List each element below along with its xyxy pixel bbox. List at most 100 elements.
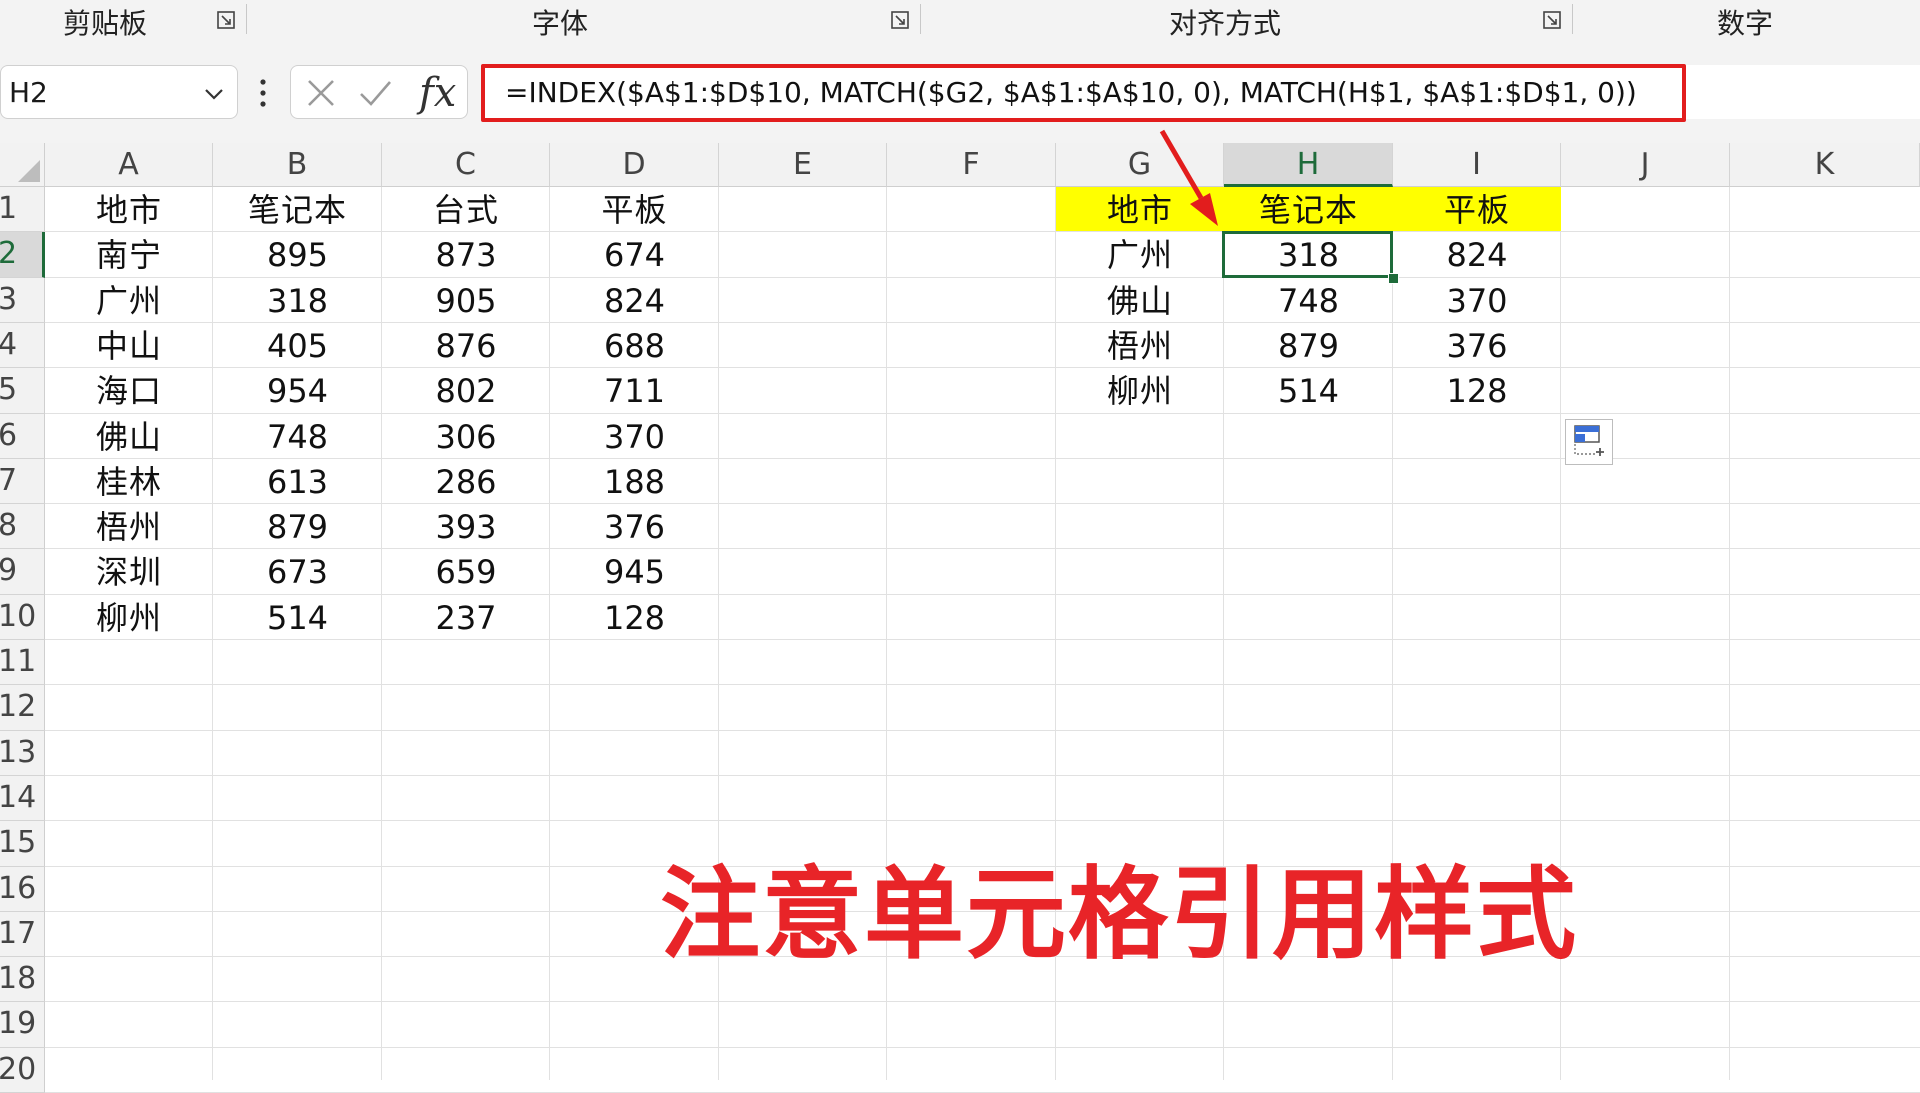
lookup-city-cell[interactable]: 佛山 bbox=[1056, 278, 1224, 323]
lookup-city-cell[interactable]: 柳州 bbox=[1056, 368, 1224, 413]
column-header-a[interactable]: A bbox=[45, 143, 213, 187]
value-cell[interactable]: 318 bbox=[213, 278, 382, 323]
city-cell[interactable]: 南宁 bbox=[45, 232, 213, 277]
lookup-header-cell[interactable]: 笔记本 bbox=[1224, 187, 1393, 232]
formula-text[interactable]: =INDEX($A$1:$D$10, MATCH($G2, $A$1:$A$10… bbox=[505, 65, 1637, 121]
row-header-7[interactable]: 7 bbox=[0, 459, 45, 504]
column-header-c[interactable]: C bbox=[382, 143, 550, 187]
value-cell[interactable]: 188 bbox=[550, 459, 719, 504]
value-cell[interactable]: 674 bbox=[550, 232, 719, 277]
chevron-down-icon[interactable] bbox=[203, 83, 225, 105]
lookup-value-cell[interactable]: 376 bbox=[1393, 323, 1561, 368]
source-header-cell[interactable]: 台式 bbox=[382, 187, 550, 232]
cancel-icon[interactable] bbox=[303, 75, 339, 111]
row-header-13[interactable]: 13 bbox=[0, 731, 45, 776]
row-header-4[interactable]: 4 bbox=[0, 323, 45, 368]
row-header-1[interactable]: 1 bbox=[0, 187, 45, 232]
column-header-e[interactable]: E bbox=[719, 143, 887, 187]
value-cell[interactable]: 370 bbox=[550, 414, 719, 459]
row-header-18[interactable]: 18 bbox=[0, 957, 45, 1002]
lookup-city-cell[interactable]: 广州 bbox=[1056, 232, 1224, 277]
value-cell[interactable]: 688 bbox=[550, 323, 719, 368]
value-cell[interactable]: 873 bbox=[382, 232, 550, 277]
row-header-14[interactable]: 14 bbox=[0, 776, 45, 821]
select-all-corner[interactable] bbox=[0, 143, 45, 187]
row-header-15[interactable]: 15 bbox=[0, 821, 45, 867]
city-cell[interactable]: 海口 bbox=[45, 368, 213, 413]
value-cell[interactable]: 954 bbox=[213, 368, 382, 413]
ribbon-separator bbox=[246, 4, 247, 34]
enter-check-icon[interactable] bbox=[357, 75, 393, 111]
lookup-value-cell[interactable]: 514 bbox=[1224, 368, 1393, 413]
row-header-11[interactable]: 11 bbox=[0, 640, 45, 685]
city-cell[interactable]: 广州 bbox=[45, 278, 213, 323]
alignment-dialog-launcher-icon[interactable] bbox=[1543, 11, 1561, 29]
row-header-19[interactable]: 19 bbox=[0, 1002, 45, 1048]
row-header-3[interactable]: 3 bbox=[0, 278, 45, 323]
value-cell[interactable]: 876 bbox=[382, 323, 550, 368]
value-cell[interactable]: 286 bbox=[382, 459, 550, 504]
clipboard-dialog-launcher-icon[interactable] bbox=[217, 11, 235, 29]
lookup-city-cell[interactable]: 梧州 bbox=[1056, 323, 1224, 368]
lookup-header-cell[interactable]: 地市 bbox=[1056, 187, 1224, 232]
column-header-d[interactable]: D bbox=[550, 143, 719, 187]
city-cell[interactable]: 梧州 bbox=[45, 504, 213, 549]
value-cell[interactable]: 237 bbox=[382, 595, 550, 640]
more-options-icon[interactable] bbox=[258, 73, 268, 113]
name-box[interactable]: H2 bbox=[0, 65, 238, 119]
row-header-20[interactable]: 20 bbox=[0, 1048, 45, 1093]
row-header-10[interactable]: 10 bbox=[0, 595, 45, 640]
value-cell[interactable]: 659 bbox=[382, 549, 550, 594]
value-cell[interactable]: 748 bbox=[213, 414, 382, 459]
city-cell[interactable]: 佛山 bbox=[45, 414, 213, 459]
city-cell[interactable]: 中山 bbox=[45, 323, 213, 368]
row-header-6[interactable]: 6 bbox=[0, 414, 45, 459]
value-cell[interactable]: 514 bbox=[213, 595, 382, 640]
fill-handle[interactable] bbox=[1388, 273, 1399, 284]
lookup-value-cell[interactable]: 824 bbox=[1393, 232, 1561, 277]
value-cell[interactable]: 306 bbox=[382, 414, 550, 459]
value-cell[interactable]: 673 bbox=[213, 549, 382, 594]
city-cell[interactable]: 深圳 bbox=[45, 549, 213, 594]
value-cell[interactable]: 905 bbox=[382, 278, 550, 323]
value-cell[interactable]: 802 bbox=[382, 368, 550, 413]
row-header-2[interactable]: 2 bbox=[0, 232, 45, 278]
row-header-9[interactable]: 9 bbox=[0, 549, 45, 595]
column-header-b[interactable]: B bbox=[213, 143, 382, 187]
row-header-8[interactable]: 8 bbox=[0, 504, 45, 549]
lookup-value-cell[interactable]: 748 bbox=[1224, 278, 1393, 323]
value-cell[interactable]: 945 bbox=[550, 549, 719, 594]
column-header-f[interactable]: F bbox=[887, 143, 1056, 187]
column-header-g[interactable]: G bbox=[1056, 143, 1224, 187]
value-cell[interactable]: 879 bbox=[213, 504, 382, 549]
lookup-value-cell[interactable]: 370 bbox=[1393, 278, 1561, 323]
value-cell[interactable]: 711 bbox=[550, 368, 719, 413]
row-header-5[interactable]: 5 bbox=[0, 368, 45, 414]
row-header-17[interactable]: 17 bbox=[0, 912, 45, 957]
value-cell[interactable]: 376 bbox=[550, 504, 719, 549]
value-cell[interactable]: 895 bbox=[213, 232, 382, 277]
source-header-cell[interactable]: 平板 bbox=[550, 187, 719, 232]
column-header-j[interactable]: J bbox=[1561, 143, 1730, 187]
column-header-k[interactable]: K bbox=[1730, 143, 1920, 187]
insert-function-button[interactable]: fx bbox=[419, 68, 456, 118]
source-header-cell[interactable]: 地市 bbox=[45, 187, 213, 232]
lookup-value-cell[interactable]: 128 bbox=[1393, 368, 1561, 413]
ribbon-group-alignment: 对齐方式 bbox=[1168, 6, 1281, 40]
value-cell[interactable]: 405 bbox=[213, 323, 382, 368]
source-header-cell[interactable]: 笔记本 bbox=[213, 187, 382, 232]
city-cell[interactable]: 桂林 bbox=[45, 459, 213, 504]
value-cell[interactable]: 824 bbox=[550, 278, 719, 323]
paste-options-button[interactable] bbox=[1565, 419, 1613, 465]
lookup-header-cell[interactable]: 平板 bbox=[1393, 187, 1561, 232]
row-header-16[interactable]: 16 bbox=[0, 867, 45, 912]
city-cell[interactable]: 柳州 bbox=[45, 595, 213, 640]
row-header-12[interactable]: 12 bbox=[0, 685, 45, 731]
value-cell[interactable]: 128 bbox=[550, 595, 719, 640]
value-cell[interactable]: 393 bbox=[382, 504, 550, 549]
font-dialog-launcher-icon[interactable] bbox=[891, 11, 909, 29]
column-header-h[interactable]: H bbox=[1224, 143, 1393, 187]
value-cell[interactable]: 613 bbox=[213, 459, 382, 504]
column-header-i[interactable]: I bbox=[1393, 143, 1561, 187]
lookup-value-cell[interactable]: 879 bbox=[1224, 323, 1393, 368]
